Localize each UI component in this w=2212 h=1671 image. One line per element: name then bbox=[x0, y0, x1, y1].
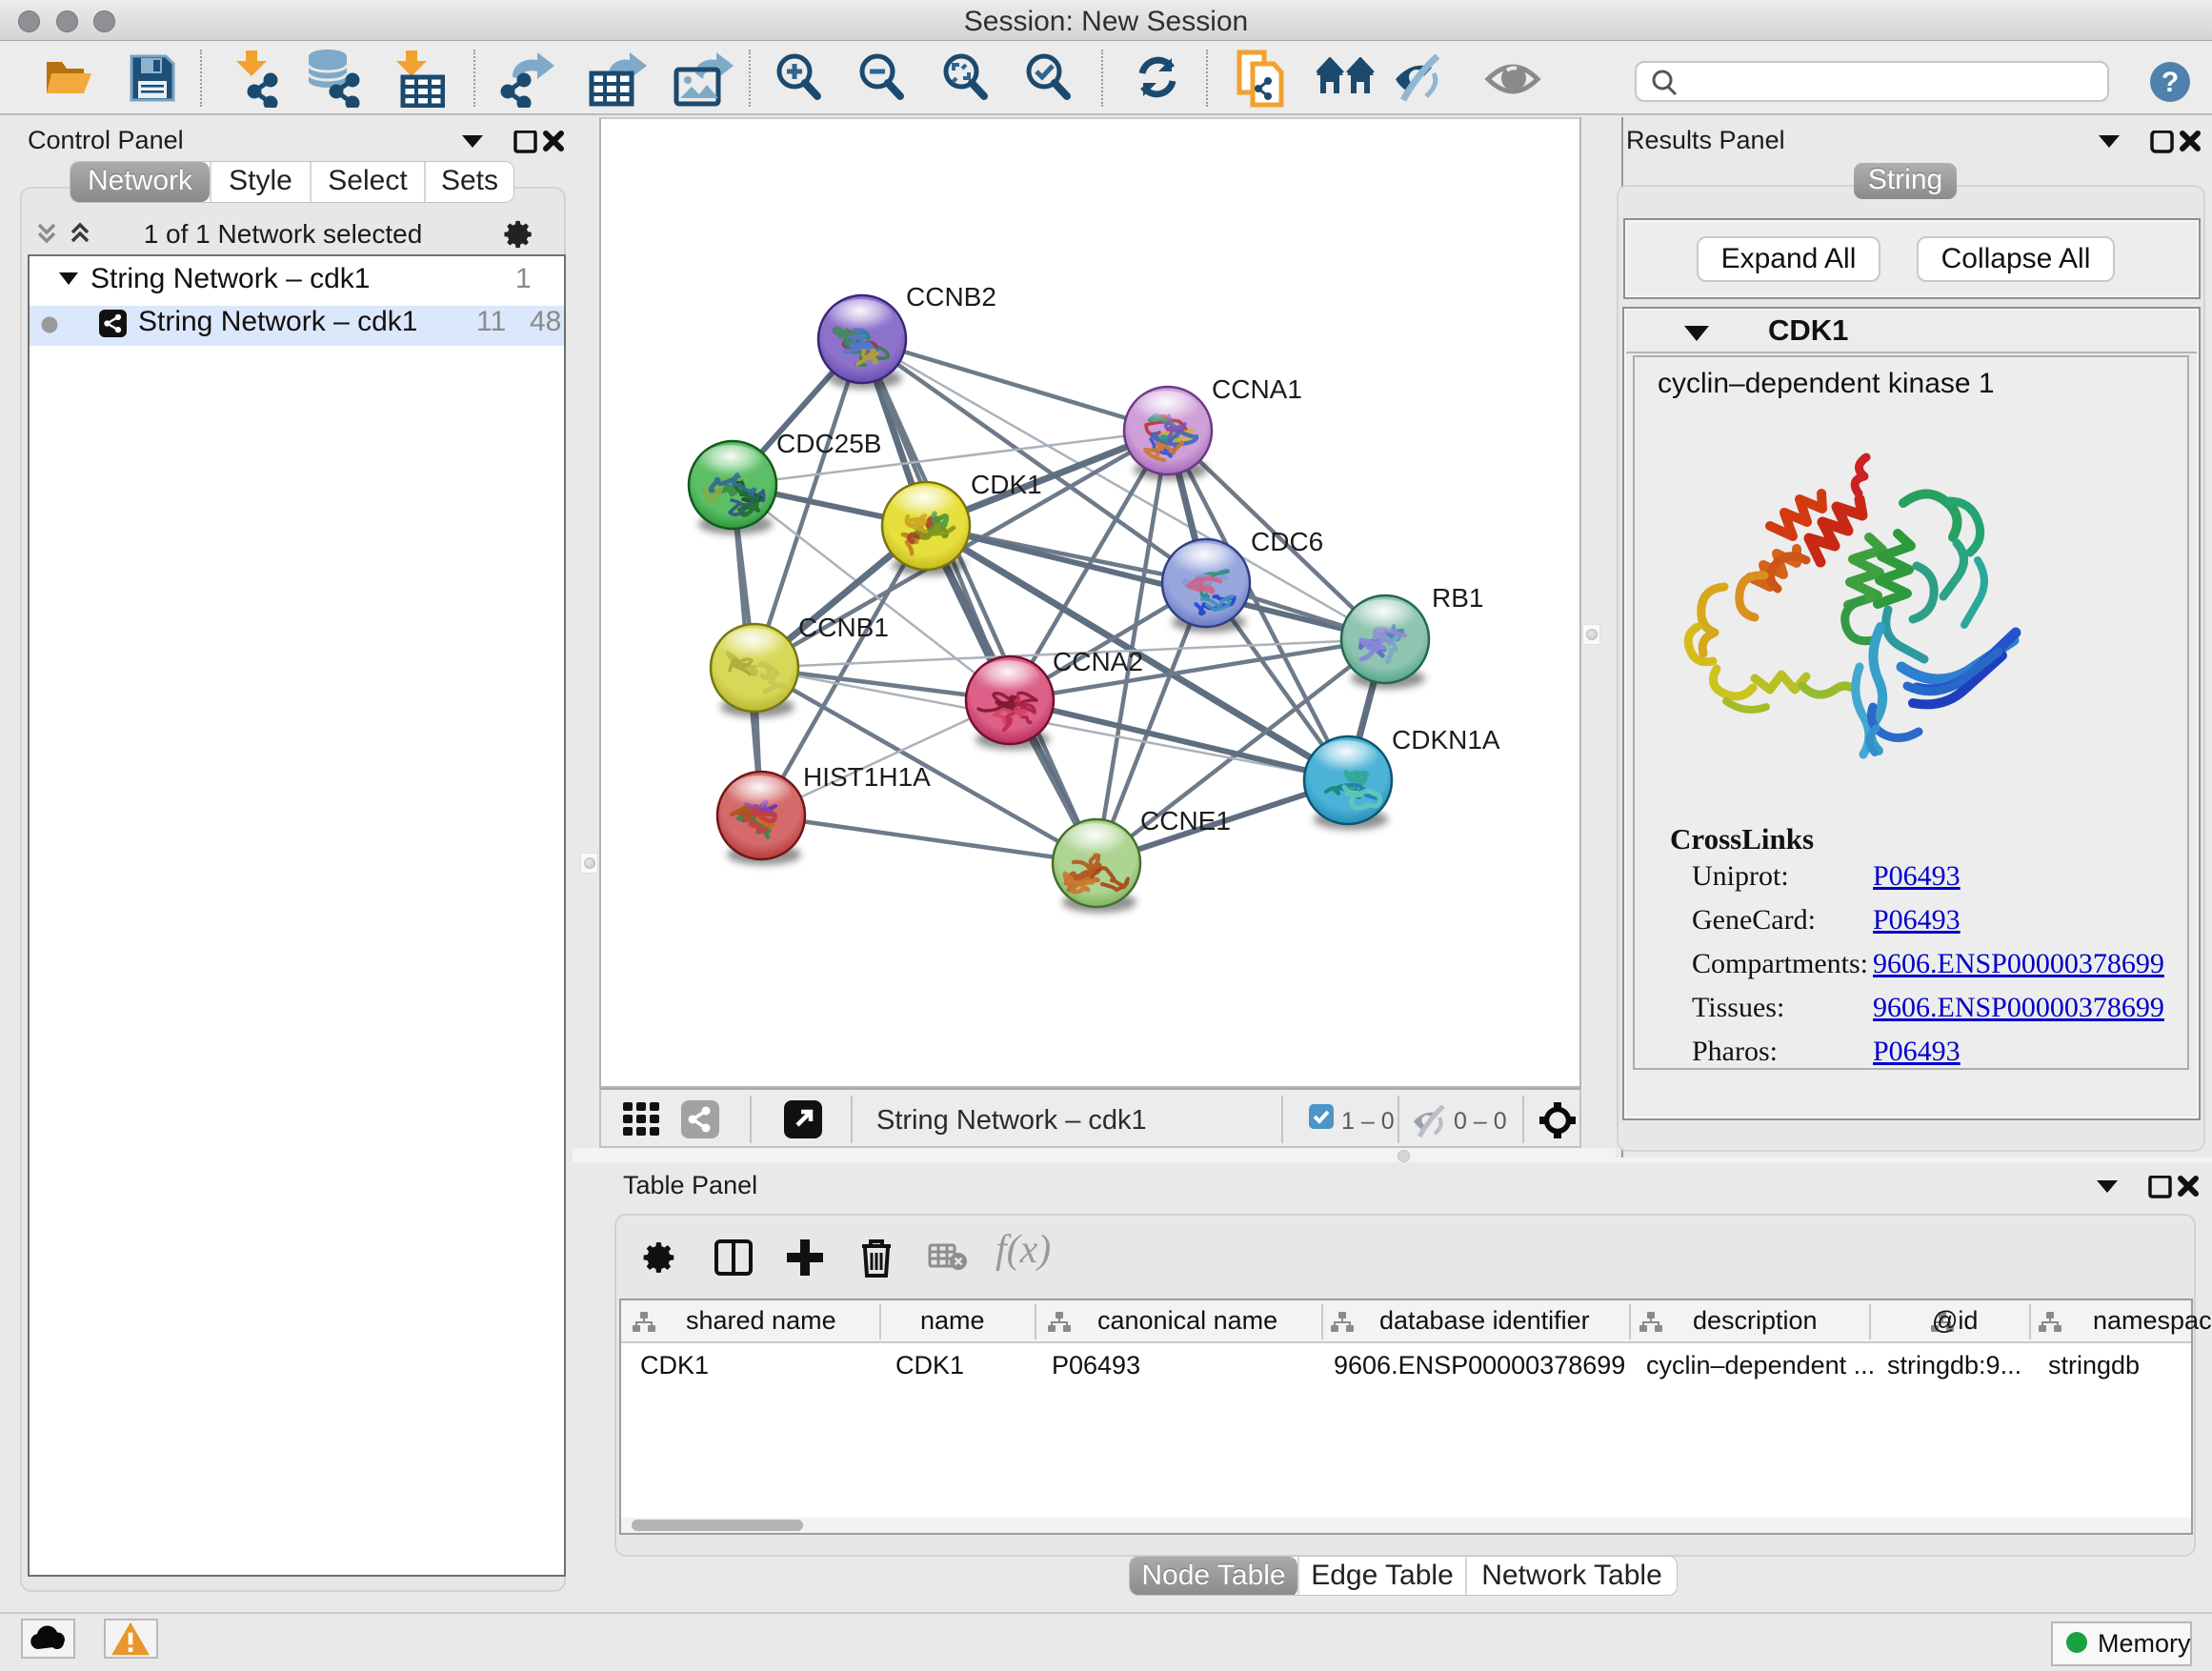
svg-text:CCNB1: CCNB1 bbox=[798, 613, 889, 642]
svg-text:CCNE1: CCNE1 bbox=[1140, 806, 1231, 836]
svg-text:RB1: RB1 bbox=[1432, 583, 1483, 613]
svg-text:CCNB2: CCNB2 bbox=[906, 282, 996, 312]
svg-text:?: ? bbox=[2162, 67, 2179, 98]
svg-text:CCNA2: CCNA2 bbox=[1053, 647, 1143, 676]
svg-text:CDC6: CDC6 bbox=[1251, 527, 1323, 556]
svg-text:CDC25B: CDC25B bbox=[776, 429, 881, 458]
svg-text:CDKN1A: CDKN1A bbox=[1392, 725, 1500, 755]
svg-text:CCNA1: CCNA1 bbox=[1212, 374, 1302, 404]
svg-text:CDK1: CDK1 bbox=[971, 470, 1042, 499]
svg-text:HIST1H1A: HIST1H1A bbox=[803, 762, 931, 792]
